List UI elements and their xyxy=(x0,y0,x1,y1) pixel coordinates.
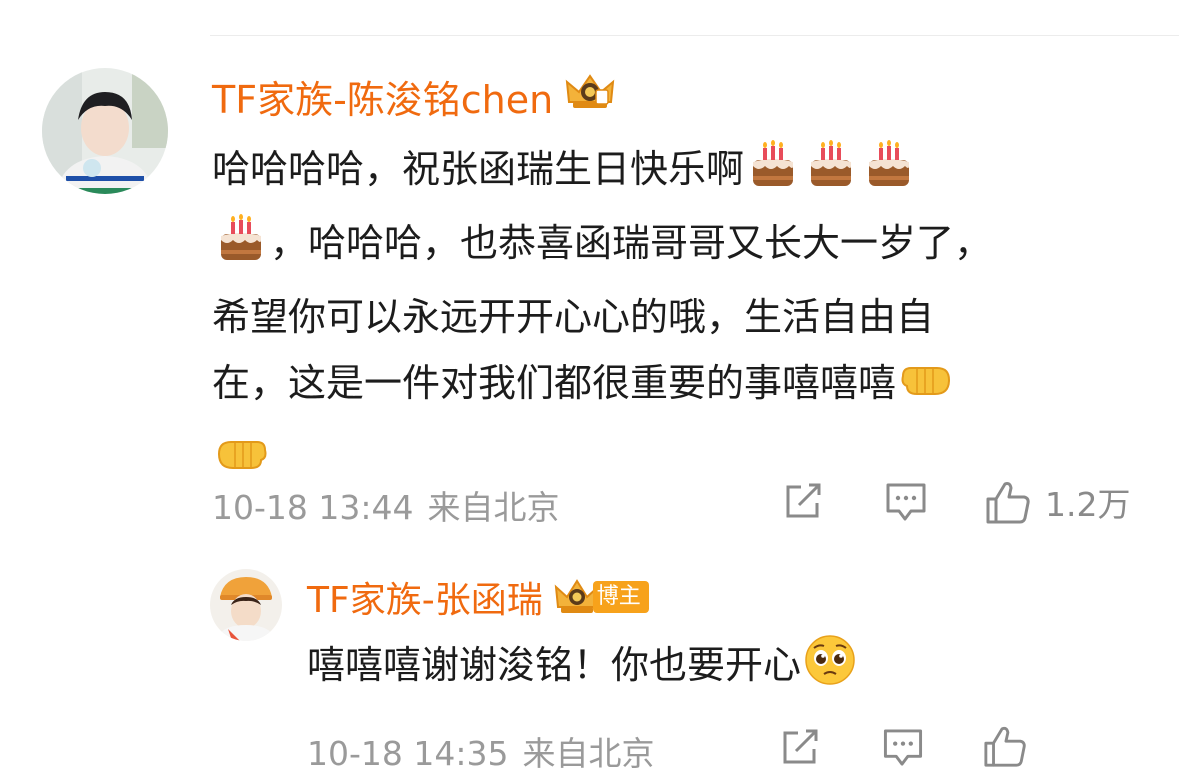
reply-location: 来自北京 xyxy=(522,734,655,773)
reply-line-1: 嘻嘻嘻谢谢浚铭！你也要开心 xyxy=(307,632,1127,706)
replier-avatar[interactable] xyxy=(210,569,282,641)
birthday-cake-icon xyxy=(803,140,859,210)
comment-line-1: 哈哈哈哈，祝张函瑞生日快乐啊 xyxy=(212,136,1112,210)
comment-body: 哈哈哈哈，祝张函瑞生日快乐啊 ，哈哈哈，也恭喜函瑞哥哥又长大一岁了， 希望你可以… xyxy=(212,136,1112,498)
replier-username-text: TF家族-张函瑞 xyxy=(307,580,543,621)
commenter-avatar[interactable] xyxy=(42,68,168,194)
comment-meta: 10-18 13:44 来自北京 xyxy=(212,481,559,529)
blogger-badge-label: 博主 xyxy=(592,581,649,613)
like-count: 1.2万 xyxy=(1045,485,1131,524)
comment-text-segment: 希望你可以永远开开心心的哦，生活自由自 xyxy=(212,295,935,339)
reply-share-button[interactable] xyxy=(780,727,822,767)
commenter-username[interactable]: TF家族-陈浚铭chen xyxy=(212,70,617,122)
reply-time: 10-18 14:35 xyxy=(307,734,509,773)
pleading-face-icon xyxy=(802,634,858,706)
like-icon xyxy=(984,726,1026,767)
vip-crown-icon xyxy=(563,72,617,121)
share-icon xyxy=(786,483,821,518)
comment-text-segment: 哈哈哈哈，祝张函瑞生日快乐啊 xyxy=(212,147,745,191)
comment-line-4: 在，这是一件对我们都很重要的事嘻嘻嘻 xyxy=(212,350,1112,424)
share-button[interactable] xyxy=(783,481,825,521)
comment-text-segment: ，哈哈哈，也恭喜函瑞哥哥又长大一岁了， xyxy=(270,221,993,265)
reply-body: 嘻嘻嘻谢谢浚铭！你也要开心 xyxy=(307,632,1127,706)
replier-username[interactable]: TF家族-张函瑞 博主 xyxy=(307,572,649,622)
like-icon xyxy=(986,482,1030,524)
reply-like-button[interactable] xyxy=(982,724,1028,768)
blogger-badge: 博主 xyxy=(553,577,649,617)
comment-text-segment: 在，这是一件对我们都很重要的事嘻嘻嘻 xyxy=(212,361,897,405)
birthday-cake-icon xyxy=(213,214,269,284)
comment-line-2: ，哈哈哈，也恭喜函瑞哥哥又长大一岁了， xyxy=(212,210,1112,284)
comment-time: 10-18 13:44 xyxy=(212,488,414,527)
birthday-cake-icon xyxy=(745,140,801,210)
comment-button[interactable] xyxy=(885,481,927,523)
reply-text-segment: 嘻嘻嘻谢谢浚铭！你也要开心 xyxy=(307,643,802,687)
reply-comment-button[interactable] xyxy=(882,727,924,768)
commenter-username-text: TF家族-陈浚铭chen xyxy=(212,77,554,122)
left-facing-fist-icon xyxy=(897,356,955,424)
comment-icon xyxy=(883,729,923,766)
comment-location: 来自北京 xyxy=(427,488,560,527)
comment-line-3: 希望你可以永远开开心心的哦，生活自由自 xyxy=(212,284,1112,350)
share-icon xyxy=(783,729,818,764)
top-divider xyxy=(210,35,1179,36)
birthday-cake-icon xyxy=(861,140,917,210)
comment-icon xyxy=(886,483,926,521)
like-button[interactable]: 1.2万 xyxy=(985,478,1130,526)
